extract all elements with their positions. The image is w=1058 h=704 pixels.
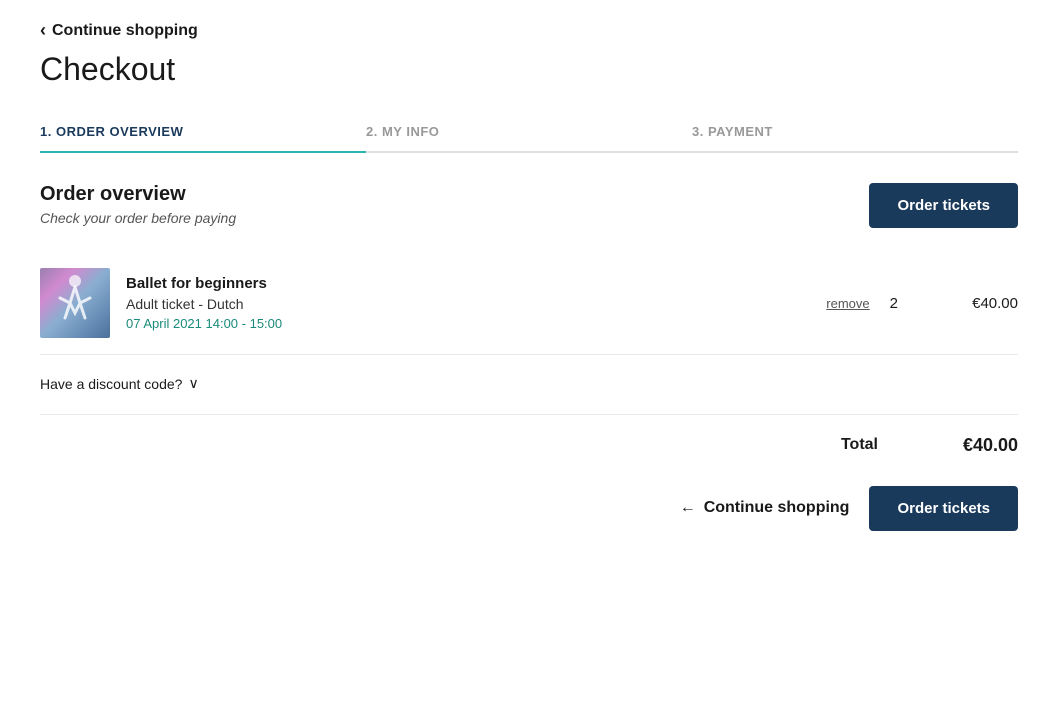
back-link-label: Continue shopping	[52, 22, 198, 40]
page-title: Checkout	[40, 51, 1018, 88]
total-amount: €40.00	[938, 435, 1018, 456]
order-tickets-button-bottom[interactable]: Order tickets	[869, 486, 1018, 531]
item-type: Adult ticket - Dutch	[126, 296, 826, 312]
discount-toggle[interactable]: Have a discount code? ∨	[40, 375, 199, 392]
ballet-image-svg	[50, 273, 100, 333]
tab-order-overview[interactable]: 1. ORDER OVERVIEW	[40, 112, 366, 151]
order-header-left: Order overview Check your order before p…	[40, 183, 236, 226]
order-item: Ballet for beginners Adult ticket - Dutc…	[40, 252, 1018, 355]
order-overview-section: Order overview Check your order before p…	[40, 183, 1018, 531]
item-image-inner	[40, 268, 110, 338]
tab-my-info[interactable]: 2. MY INFO	[366, 112, 692, 151]
item-price: €40.00	[938, 295, 1018, 312]
order-tickets-button-top[interactable]: Order tickets	[869, 183, 1018, 228]
discount-label: Have a discount code?	[40, 376, 182, 392]
total-row: Total €40.00	[40, 415, 1018, 476]
tab-payment[interactable]: 3. PAYMENT	[692, 112, 1018, 151]
continue-shopping-label-bottom: Continue shopping	[704, 499, 850, 517]
item-name: Ballet for beginners	[126, 275, 826, 292]
back-link[interactable]: ‹ Continue shopping	[40, 20, 198, 41]
back-arrow-icon: ‹	[40, 20, 46, 41]
chevron-down-icon: ∨	[188, 375, 198, 392]
item-quantity: 2	[890, 295, 898, 312]
order-overview-title: Order overview	[40, 183, 236, 206]
item-date: 07 April 2021 14:00 - 15:00	[126, 316, 826, 331]
bottom-actions: ← Continue shopping Order tickets	[40, 476, 1018, 531]
arrow-left-icon: ←	[680, 499, 696, 517]
item-details: Ballet for beginners Adult ticket - Dutc…	[126, 275, 826, 331]
order-header: Order overview Check your order before p…	[40, 183, 1018, 228]
tabs-container: 1. ORDER OVERVIEW 2. MY INFO 3. PAYMENT	[40, 112, 1018, 153]
discount-row: Have a discount code? ∨	[40, 355, 1018, 415]
item-controls: remove 2	[826, 295, 898, 312]
order-overview-subtitle: Check your order before paying	[40, 210, 236, 226]
continue-shopping-link-bottom[interactable]: ← Continue shopping	[680, 499, 850, 517]
total-label: Total	[841, 436, 878, 454]
item-image	[40, 268, 110, 338]
remove-link[interactable]: remove	[826, 296, 869, 311]
